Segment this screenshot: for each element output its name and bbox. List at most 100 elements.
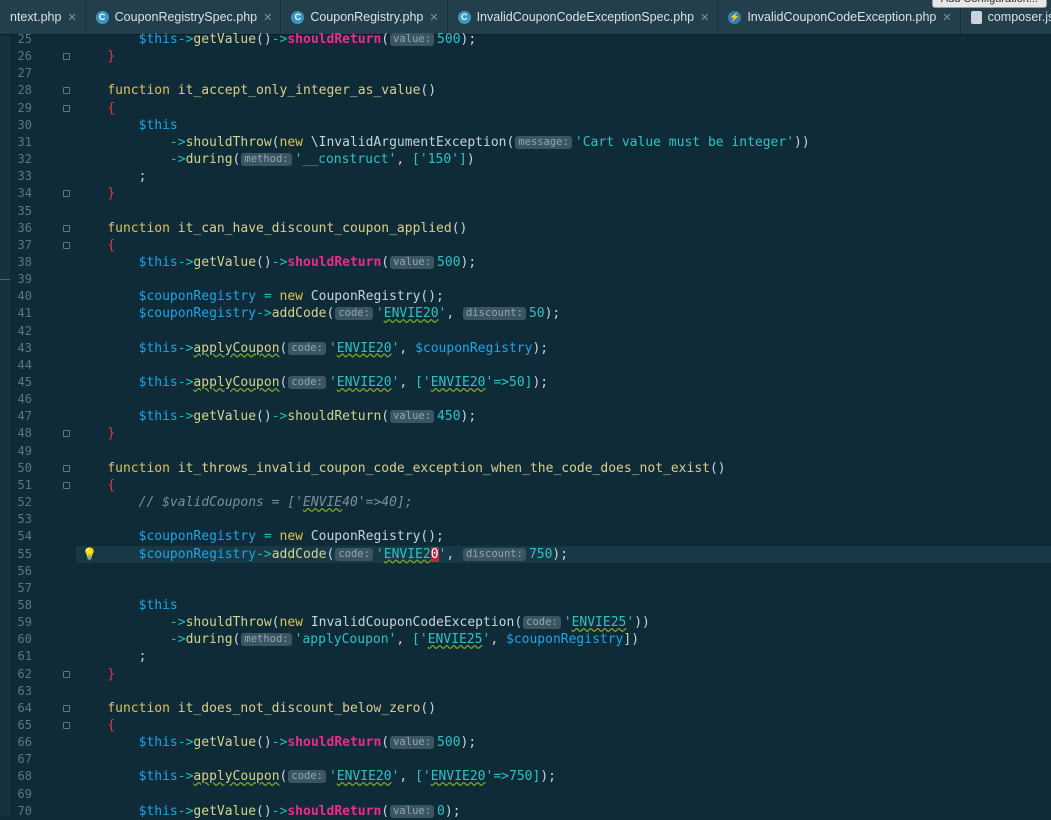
run-configuration-button[interactable]: Add Configuration... [931,0,1047,8]
code-line[interactable]: } [76,48,1051,65]
code-token: $this [138,409,178,425]
code-line[interactable]: ->during(method:'applyCoupon', ['ENVIE25… [76,631,1051,648]
code-line[interactable]: { [76,237,1051,254]
code-line[interactable]: $couponRegistry->addCode(code: 'ENVIE20',… [76,545,1051,563]
parameter-hint: code: [335,547,373,561]
fold-marker-icon[interactable] [63,722,70,729]
code-line[interactable]: ; [76,168,1051,185]
code-line[interactable] [76,443,1051,460]
code-line[interactable] [76,580,1051,597]
close-icon[interactable]: ✕ [429,11,438,24]
line-number: 65 [17,718,32,732]
code-line[interactable] [76,65,1051,82]
fold-marker-icon[interactable] [63,430,70,438]
code-line[interactable]: $this->applyCoupon(code: 'ENVIE20', ['ENV… [76,768,1051,785]
code-line[interactable]: { [76,477,1051,494]
code-token: ); [540,769,556,785]
code-token: { [107,237,116,253]
code-line[interactable]: $this->getValue()->shouldReturn(value: 50… [76,254,1051,271]
code-line[interactable] [76,751,1051,768]
fold-marker-icon[interactable] [63,481,70,489]
code-line[interactable]: $this->applyCoupon(code: 'ENVIE20', $coup… [76,340,1051,357]
code-line[interactable] [76,203,1051,220]
tab-ntext-php[interactable]: ntext.php ✕ [0,0,86,34]
code-line[interactable]: $this->getValue()->shouldReturn(value: 0)… [76,803,1051,820]
code-area[interactable]: $this->getValue()->shouldReturn(value: 50… [76,32,1051,819]
tab-couponregistryspec-php[interactable]: C CouponRegistrySpec.php ✕ [86,0,282,34]
code-line[interactable]: $this->applyCoupon(code: 'ENVIE20', ['ENV… [76,374,1051,391]
code-line[interactable]: function it_throws_invalid_coupon_code_e… [76,460,1051,477]
close-icon[interactable]: ✕ [942,11,951,24]
tab-couponregistry-php[interactable]: C CouponRegistry.php ✕ [281,0,448,34]
code-line[interactable]: $couponRegistry = new CouponRegistry(); [76,288,1051,305]
close-icon[interactable]: ✕ [700,11,709,24]
text-cursor: 0 [430,546,439,562]
code-line[interactable]: ->shouldThrow(new \InvalidArgumentExcept… [76,134,1051,151]
parameter-hint: discount: [463,307,526,321]
code-token: ]) [623,632,640,648]
code-line[interactable] [76,563,1051,580]
code-line[interactable]: // $validCoupons = ['ENVIE40'=>40]; [76,494,1051,511]
code-line[interactable]: $this [76,117,1051,134]
code-line[interactable]: $this->getValue()->shouldReturn(value: 50… [76,31,1051,48]
code-line[interactable]: { [76,717,1051,734]
code-line[interactable]: $this->getValue()->shouldReturn(value: 50… [76,734,1051,751]
fold-marker-icon[interactable] [63,190,70,198]
code-token: getValue [193,409,257,425]
close-icon[interactable]: ✕ [67,11,76,24]
fold-marker-icon[interactable] [63,670,70,678]
code-line[interactable]: function it_accept_only_integer_as_value… [76,82,1051,99]
code-line[interactable] [76,511,1051,528]
code-token: () [256,735,272,751]
line-number: 45 [17,375,32,389]
line-number: 69 [17,786,32,801]
code-line[interactable] [76,357,1051,374]
code-token: ( [381,32,390,47]
code-line[interactable]: function it_does_not_discount_below_zero… [76,700,1051,717]
code-editor[interactable]: 25 26 27 28 29 30 31 32 33 34 35 36 37 38 39 40 41 42 43 44… [0,32,1051,819]
code-line[interactable]: } [76,185,1051,202]
code-token: addCode [271,306,327,322]
code-line[interactable]: $this->getValue()->shouldReturn(value: 45… [76,408,1051,425]
fold-marker-icon[interactable] [63,87,70,95]
code-line[interactable]: ->shouldThrow(new InvalidCouponCodeExcep… [76,614,1051,631]
code-line[interactable] [76,323,1051,340]
code-line[interactable]: } [76,666,1051,683]
line-number: 28 [17,83,32,98]
tab-invalidcouponcodeexception-php[interactable]: ⚡ InvalidCouponCodeException.php ✕ [718,0,961,34]
tab-label: CouponRegistry.php [310,10,424,24]
code-line[interactable] [76,271,1051,288]
fold-marker-icon[interactable] [63,104,70,112]
code-line[interactable] [76,786,1051,803]
code-line[interactable]: $this [76,597,1051,614]
fold-marker-icon[interactable] [63,464,70,472]
fold-marker-icon[interactable] [63,224,70,232]
code-token: (); [420,289,444,305]
fold-marker-icon[interactable] [63,704,70,712]
code-token: ) [466,152,475,168]
code-token: getValue [193,735,257,751]
code-line[interactable]: $couponRegistry = new CouponRegistry(); [76,528,1051,545]
parameter-hint: code: [523,616,561,630]
code-line[interactable] [76,391,1051,408]
code-line[interactable]: } [76,425,1051,442]
code-token: function [107,220,170,236]
fold-marker-icon[interactable] [63,53,70,61]
code-line[interactable]: ->during(method: '__construct', ['150']) [76,151,1051,168]
code-line[interactable]: { [76,100,1051,117]
tab-invalidcouponcodeexceptionspec-php[interactable]: C InvalidCouponCodeExceptionSpec.php ✕ [448,0,719,34]
fold-marker-icon[interactable] [63,241,70,249]
code-line[interactable]: $couponRegistry->addCode(code: 'ENVIE20',… [76,305,1051,322]
code-line[interactable] [76,683,1051,700]
code-line[interactable]: ; [76,648,1051,665]
code-line[interactable]: function it_can_have_discount_coupon_app… [76,220,1051,237]
lightbulb-icon[interactable]: 💡 [82,547,97,561]
code-token: '__construct' [294,152,397,168]
close-icon[interactable]: ✕ [263,11,272,24]
